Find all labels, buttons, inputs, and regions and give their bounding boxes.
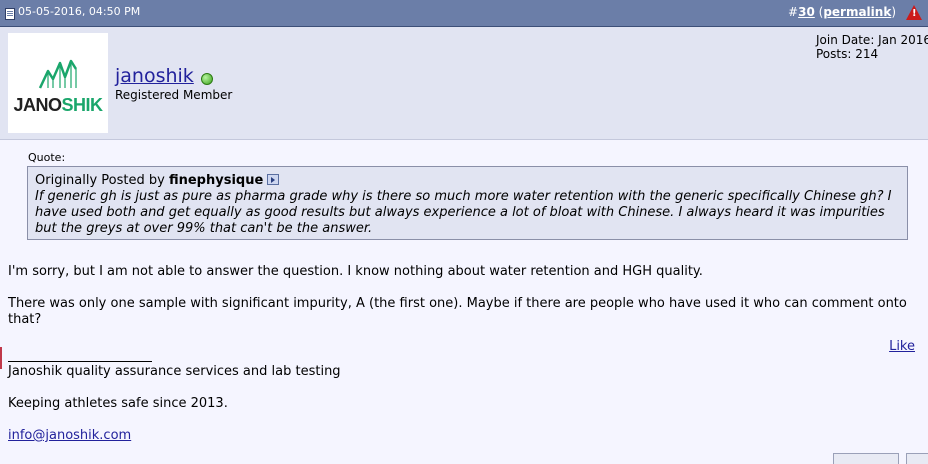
- post-date: 05-05-2016, 04:50 PM: [18, 5, 141, 18]
- user-info-bar: JANOSHIK janoshik Registered Member Join…: [0, 27, 928, 140]
- post-number-prefix: #: [788, 5, 799, 19]
- left-edge-marker: [0, 347, 2, 369]
- view-post-icon[interactable]: [267, 174, 280, 185]
- signature-email-link[interactable]: info@janoshik.com: [8, 428, 131, 443]
- permalink-close: ): [891, 5, 896, 19]
- quote-author: finephysique: [168, 173, 264, 188]
- body-paragraph-1: I'm sorry, but I am not able to answer t…: [8, 264, 703, 279]
- originally-posted-by: Originally Posted by: [35, 173, 169, 188]
- username-link[interactable]: janoshik: [115, 65, 194, 87]
- post-number-area: #30 (permalink): [788, 5, 896, 19]
- warning-triangle-icon[interactable]: !: [906, 5, 922, 20]
- reply-button[interactable]: [833, 453, 899, 464]
- signature-divider: [8, 361, 152, 362]
- user-stats: Join Date: Jan 2016 Posts: 214: [816, 33, 928, 61]
- avatar[interactable]: JANOSHIK: [8, 33, 108, 133]
- avatar-logo-text: JANOSHIK: [13, 95, 103, 115]
- like-button[interactable]: Like: [889, 339, 915, 354]
- user-title: Registered Member: [115, 88, 233, 102]
- chart-logo-icon: [38, 59, 78, 89]
- quote-text: If generic gh is just as pure as pharma …: [35, 189, 892, 236]
- post-document-icon: [5, 8, 15, 20]
- body-paragraph-2: There was only one sample with significa…: [8, 296, 907, 327]
- post-count: Posts: 214: [816, 47, 879, 61]
- join-date: Join Date: Jan 2016: [816, 33, 928, 47]
- online-status-icon: [201, 73, 213, 85]
- quote-label: Quote:: [28, 151, 66, 164]
- signature-line-2: Keeping athletes safe since 2013.: [8, 396, 228, 411]
- quote-box: Originally Posted by finephysique If gen…: [27, 166, 908, 240]
- quote-button[interactable]: [906, 453, 928, 464]
- post-header: 05-05-2016, 04:50 PM #30 (permalink) !: [0, 0, 928, 27]
- post-content: Quote: Originally Posted by finephysique…: [0, 140, 928, 464]
- signature-email-row: info@janoshik.com: [8, 428, 926, 444]
- signature-line-1: Janoshik quality assurance services and …: [8, 364, 341, 379]
- permalink-link[interactable]: permalink: [823, 5, 891, 19]
- post-number-link[interactable]: 30: [798, 5, 815, 19]
- quote-attribution: Originally Posted by finephysique: [35, 173, 907, 189]
